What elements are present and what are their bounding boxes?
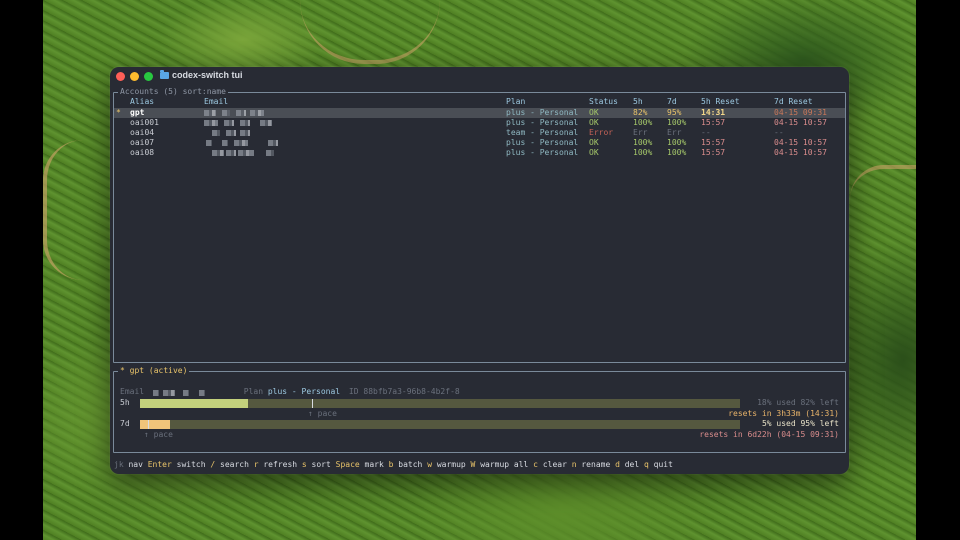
detail-info-line: Email Plan plus - Personal ID 88bfb7a3-9…	[120, 387, 460, 397]
reset-5h-text: resets in 3h33m (14:31)	[728, 409, 839, 418]
account-plan: plus - Personal	[506, 148, 579, 157]
wallpaper-path	[43, 140, 117, 280]
accounts-legend: Accounts (5) sort:name	[118, 87, 228, 97]
col-plan[interactable]: Plan	[506, 97, 525, 107]
account-status: OK	[589, 108, 599, 117]
key-hint-desc: clear	[538, 460, 572, 469]
key-hint-desc: batch	[393, 460, 428, 469]
close-window-button[interactable]	[116, 72, 125, 81]
key-hint-key: Enter	[147, 460, 172, 469]
account-status: OK	[589, 148, 599, 157]
pace-marker	[312, 399, 313, 408]
pace-marker	[148, 420, 149, 429]
col-email[interactable]: Email	[204, 97, 228, 107]
account-detail-panel: * gpt (active) Email Plan plus - Persona…	[113, 366, 846, 453]
account-5h-reset: --	[701, 128, 711, 137]
plan-value: plus - Personal	[267, 387, 341, 396]
account-plan: plus - Personal	[506, 138, 579, 147]
key-hint-desc: warmup all	[475, 460, 534, 469]
col-7d[interactable]: 7d	[667, 97, 677, 107]
account-7d-reset: --	[774, 128, 784, 137]
usage-7d-text: 5% used 95% left	[761, 419, 839, 428]
account-7d-reset: 04-15 10:57	[774, 138, 827, 147]
key-hint-desc: del	[619, 460, 644, 469]
col-5h[interactable]: 5h	[633, 97, 643, 107]
account-7d: 100%	[667, 118, 687, 127]
key-hint-desc: switch	[171, 460, 211, 469]
usage-7d-label: 7d	[120, 419, 130, 428]
usage-7d-bar	[140, 420, 740, 429]
col-status[interactable]: Status	[589, 97, 618, 107]
window-title: codex-switch tui	[172, 70, 243, 80]
account-5h: 100%	[633, 148, 653, 157]
key-hint-key: jk	[114, 460, 124, 469]
account-row[interactable]: oai001 plus - Personal OK 100% 100% 15:5…	[114, 118, 845, 128]
usage-5h-bar	[140, 399, 740, 408]
account-5h: 100%	[633, 138, 653, 147]
account-plan: plus - Personal	[506, 108, 579, 117]
plan-label: Plan	[243, 387, 264, 396]
active-marker: *	[116, 108, 121, 117]
col-5h-reset[interactable]: 5h Reset	[701, 97, 740, 107]
account-alias: oai001	[130, 118, 159, 127]
terminal-window: codex-switch tui Accounts (5) sort:name …	[110, 67, 849, 474]
key-hint-desc: mark	[359, 460, 389, 469]
usage-7d-fill	[140, 420, 170, 429]
key-hint-desc: sort	[306, 460, 336, 469]
account-status: OK	[589, 118, 599, 127]
account-id: ID 88bfb7a3-96b8-4b2f-8	[348, 387, 460, 396]
account-row[interactable]: oai04 team - Personal Error Err Err -- -…	[114, 128, 845, 138]
minimize-window-button[interactable]	[130, 72, 139, 81]
account-plan: plus - Personal	[506, 118, 579, 127]
account-7d: 95%	[667, 108, 682, 117]
key-hint-desc: rename	[576, 460, 616, 469]
account-row[interactable]: oai08 plus - Personal OK 100% 100% 15:57…	[114, 148, 845, 158]
usage-5h-text: 18% used 82% left	[757, 398, 839, 407]
maximize-window-button[interactable]	[144, 72, 153, 81]
key-hints-bar: jk nav Enter switch / search r refresh s…	[114, 460, 673, 470]
title-bar: codex-switch tui	[110, 67, 849, 85]
detail-legend: * gpt (active)	[118, 366, 190, 376]
key-hint-desc: nav	[123, 460, 148, 469]
account-row[interactable]: * gpt plus - Personal OK 82% 95% 14:31 0…	[114, 108, 845, 118]
detail-email-redacted	[149, 388, 239, 396]
account-7d: 100%	[667, 148, 687, 157]
account-plan: team - Personal	[506, 128, 579, 137]
accounts-panel: Accounts (5) sort:name Alias Email Plan …	[113, 87, 846, 363]
account-5h: 100%	[633, 118, 653, 127]
account-alias: oai08	[130, 148, 155, 157]
accounts-table-header: Alias Email Plan Status 5h 7d 5h Reset 7…	[114, 97, 845, 107]
account-7d: Err	[667, 128, 682, 137]
pace-label-5h: ↑ pace	[308, 409, 337, 418]
usage-5h-fill	[140, 399, 248, 408]
account-7d: 100%	[667, 138, 687, 147]
col-alias[interactable]: Alias	[130, 97, 154, 107]
account-alias: oai07	[130, 138, 155, 147]
key-hint-desc: warmup	[432, 460, 471, 469]
account-status: OK	[589, 138, 599, 147]
account-5h: Err	[633, 128, 648, 137]
reset-7d-text: resets in 6d22h (04-15 09:31)	[699, 430, 839, 439]
account-7d-reset: 04-15 10:57	[774, 148, 827, 157]
usage-5h-label: 5h	[120, 398, 130, 407]
account-row[interactable]: oai07 plus - Personal OK 100% 100% 15:57…	[114, 138, 845, 148]
account-7d-reset: 04-15 09:31	[774, 108, 827, 117]
col-7d-reset[interactable]: 7d Reset	[774, 97, 813, 107]
folder-icon	[160, 70, 169, 79]
pace-label-7d: ↑ pace	[144, 430, 173, 439]
account-5h-reset: 15:57	[701, 138, 726, 147]
key-hint-desc: quit	[648, 460, 673, 469]
account-5h: 82%	[633, 108, 648, 117]
account-5h-reset: 15:57	[701, 118, 726, 127]
key-hint-key: Space	[335, 460, 360, 469]
key-hint-desc: search	[215, 460, 254, 469]
account-5h-reset: 14:31	[701, 108, 726, 117]
account-alias: oai04	[130, 128, 155, 137]
account-5h-reset: 15:57	[701, 148, 726, 157]
email-label: Email	[120, 387, 145, 396]
account-alias: gpt	[130, 108, 145, 117]
account-status: Error	[589, 128, 614, 137]
account-7d-reset: 04-15 10:57	[774, 118, 827, 127]
key-hint-desc: refresh	[258, 460, 302, 469]
